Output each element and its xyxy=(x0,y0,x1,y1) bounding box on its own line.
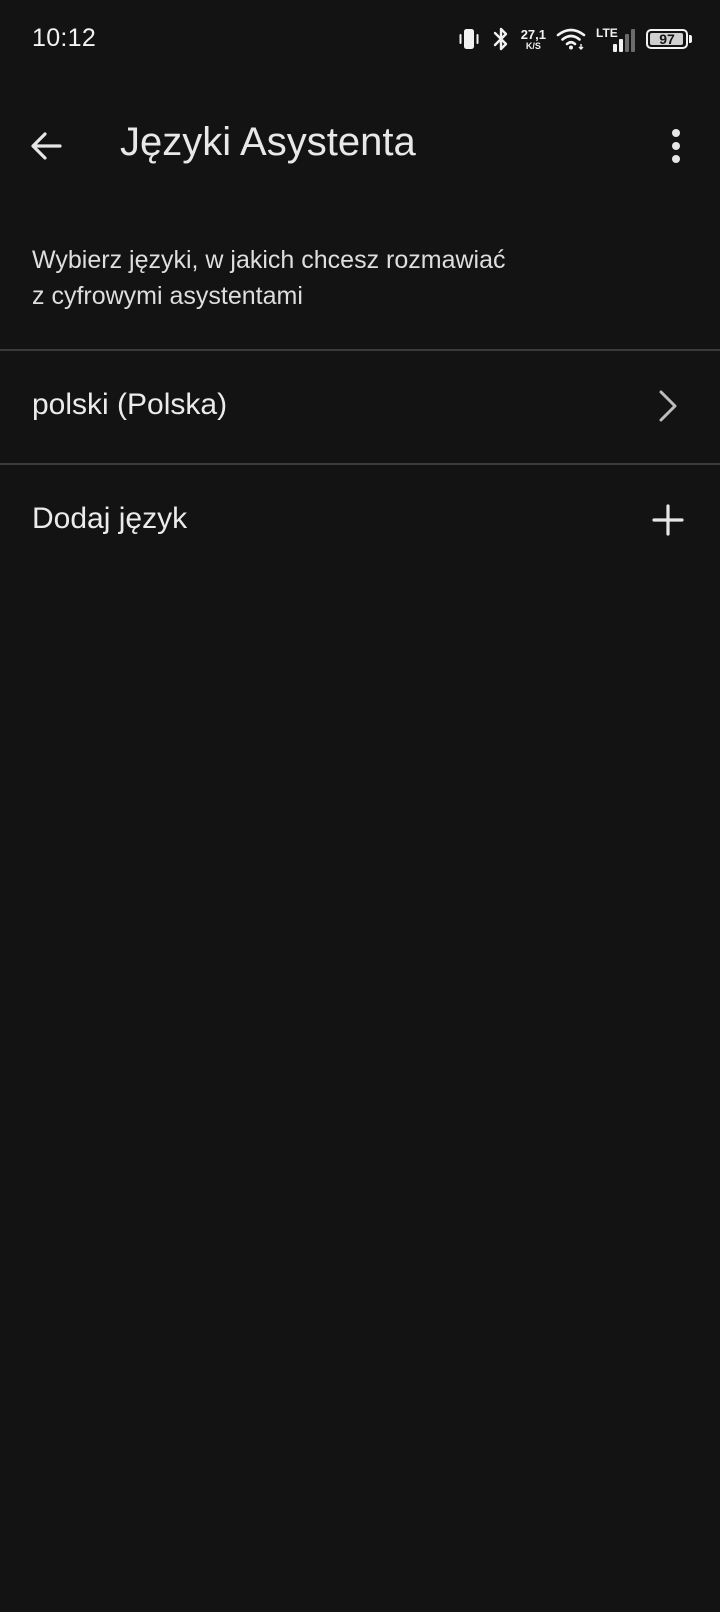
status-bar: 10:12 27,1 K/S LTE 97 xyxy=(0,0,720,80)
more-vert-icon xyxy=(672,129,680,163)
bluetooth-icon xyxy=(491,26,511,52)
network-speed-unit: K/S xyxy=(525,40,541,51)
status-time: 10:12 xyxy=(32,24,97,52)
add-language-label: Dodaj język xyxy=(32,502,188,535)
description-text: Wybierz języki, w jakich chcesz rozmawia… xyxy=(32,242,672,314)
cellular-signal: LTE xyxy=(596,24,636,54)
add-icon xyxy=(648,500,688,540)
back-button[interactable] xyxy=(22,122,70,170)
language-item-polski[interactable]: polski (Polska) xyxy=(0,351,720,461)
language-item-label: polski (Polska) xyxy=(32,388,228,421)
battery-level: 97 xyxy=(659,31,675,47)
cellular-signal-icon xyxy=(613,29,635,52)
description-line-2: z cyfrowymi asystentami xyxy=(32,282,303,310)
arrow-back-icon xyxy=(31,132,62,160)
more-options-button[interactable] xyxy=(652,122,700,170)
network-speed-value: 27,1 xyxy=(520,26,546,42)
vibrate-icon xyxy=(457,26,481,52)
battery: 97 xyxy=(646,29,688,49)
screen: 10:12 27,1 K/S LTE 97 Języki Asystenta W… xyxy=(0,0,720,1612)
network-speed: 27,1 K/S xyxy=(521,28,546,51)
status-icons: 27,1 K/S LTE 97 xyxy=(457,22,692,56)
description-line-1: Wybierz języki, w jakich chcesz rozmawia… xyxy=(32,246,506,274)
battery-tip xyxy=(689,35,692,43)
app-bar: Języki Asystenta xyxy=(0,100,720,190)
battery-icon: 97 xyxy=(646,29,692,49)
wifi-icon xyxy=(556,27,586,51)
page-title: Języki Asystenta xyxy=(120,120,416,164)
chevron-right-icon xyxy=(648,386,688,426)
add-language-button[interactable]: Dodaj język xyxy=(0,465,720,575)
